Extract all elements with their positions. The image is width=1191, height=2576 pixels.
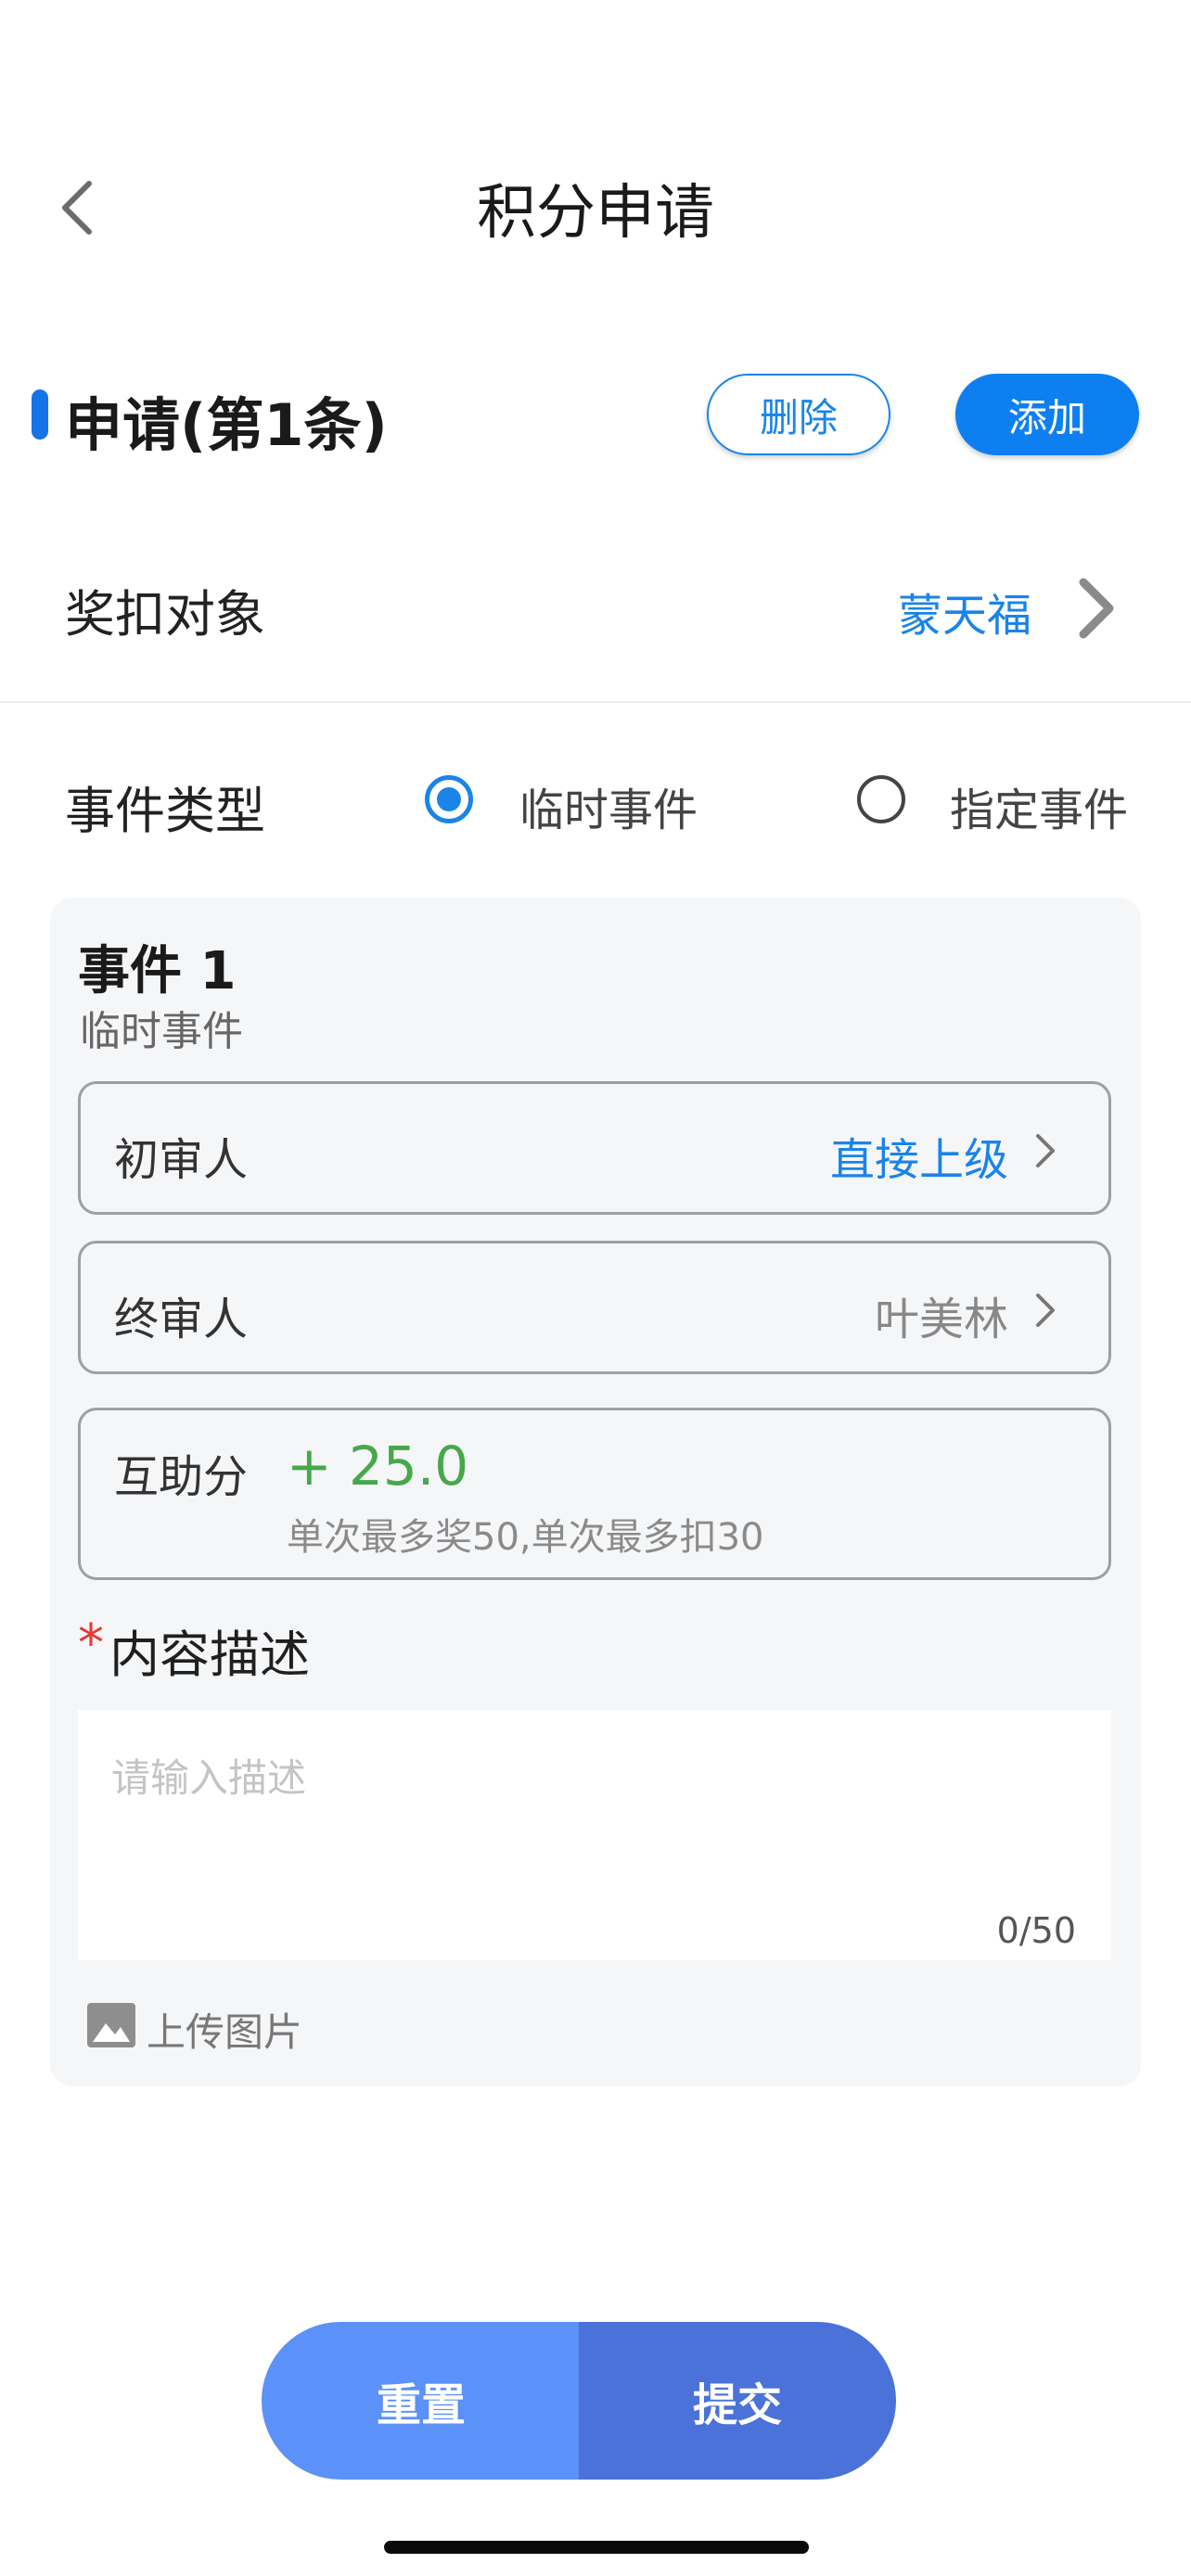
radio-temporary-event-label[interactable]: 临时事件: [519, 773, 698, 838]
add-button[interactable]: 添加: [955, 374, 1139, 455]
first-reviewer-label: 初审人: [114, 1134, 249, 1186]
target-label: 奖扣对象: [65, 585, 265, 644]
chevron-right-icon: [1034, 1132, 1057, 1173]
required-mark: *: [78, 1613, 104, 1674]
first-reviewer-value: 直接上级: [829, 1134, 1008, 1186]
description-input[interactable]: 请输入描述 0/50: [78, 1710, 1111, 1960]
points-value[interactable]: + 25.0: [287, 1435, 468, 1498]
description-placeholder: 请输入描述: [111, 1755, 307, 1801]
submit-button[interactable]: 提交: [579, 2322, 896, 2480]
page-title: 积分申请: [477, 179, 714, 248]
points-hint: 单次最多奖50,单次最多扣30: [287, 1516, 764, 1559]
section-title: 申请(第1条): [65, 391, 388, 459]
description-char-count: 0/50: [996, 1910, 1076, 1951]
final-reviewer-label: 终审人: [114, 1294, 249, 1345]
final-reviewer-value: 叶美林: [874, 1294, 1008, 1345]
event-type-label: 事件类型: [65, 782, 265, 840]
final-reviewer-field[interactable]: 终审人 叶美林: [78, 1241, 1111, 1374]
image-icon[interactable]: [85, 1999, 137, 2051]
upload-image-label[interactable]: 上传图片: [147, 2001, 302, 2058]
points-label: 互助分: [114, 1451, 249, 1503]
event-title: 事件 1: [78, 941, 237, 1001]
delete-button[interactable]: 删除: [707, 374, 890, 455]
radio-designated-event-label[interactable]: 指定事件: [950, 773, 1128, 838]
first-reviewer-field[interactable]: 初审人 直接上级: [78, 1081, 1111, 1215]
points-field[interactable]: 互助分 + 25.0 单次最多奖50,单次最多扣30: [78, 1408, 1111, 1580]
chevron-right-icon: [1034, 1292, 1057, 1333]
target-value[interactable]: 蒙天福: [898, 579, 1031, 644]
reset-button[interactable]: 重置: [262, 2322, 581, 2480]
event-subtitle: 临时事件: [80, 1008, 243, 1055]
home-indicator: [384, 2541, 809, 2554]
chevron-right-icon[interactable]: [1074, 575, 1119, 645]
section-accent-bar: [32, 389, 48, 440]
radio-temporary-event[interactable]: [425, 775, 473, 823]
divider: [0, 701, 1191, 703]
radio-designated-event[interactable]: [857, 775, 905, 823]
description-label: 内容描述: [109, 1626, 310, 1684]
